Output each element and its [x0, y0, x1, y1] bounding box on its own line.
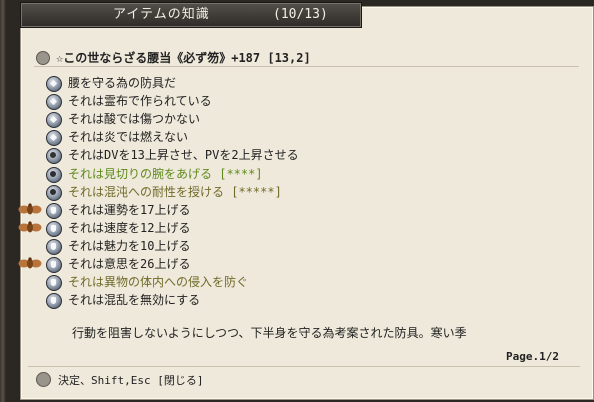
diamond-icon: [46, 76, 62, 92]
swirl-icon: [46, 184, 62, 201]
footer-hint: 決定、Shift,Esc [閉じる]: [58, 374, 204, 387]
window-title: アイテムの知識: [113, 7, 210, 22]
attribute-text: それは霊布で作られている: [68, 94, 212, 109]
bee-marker-icon: [18, 221, 42, 233]
attribute-text: それは酸では傷つかない: [68, 112, 201, 127]
attribute-text: それは意思を26上げる: [68, 257, 191, 271]
hand-icon: [46, 257, 62, 273]
attribute-text: それは魅力を10上げる: [68, 238, 191, 253]
attribute-text: それは運勢を17上げる: [68, 202, 191, 217]
hand-icon: [46, 238, 62, 255]
attribute-text: それは異物の体内への侵入を防ぐ: [68, 275, 249, 290]
window-counter: (10/13): [273, 7, 328, 22]
bee-marker-icon: [18, 203, 42, 215]
page-indicator: Page.1/2: [506, 350, 559, 363]
attribute-text: それは見切りの腕をあげる [****]: [68, 166, 263, 181]
attribute-text: それはDVを13上昇させ、PVを2上昇させる: [68, 148, 299, 163]
hint-icon: [36, 372, 51, 387]
item-description: 行動を阻害しないようにしつつ、下半身を守る為考案された防具。寒い季: [72, 326, 467, 340]
footer-divider: [28, 366, 580, 367]
window-titlebar: アイテムの知識 (10/13): [20, 2, 362, 28]
swirl-icon: [46, 166, 62, 183]
attribute-text: それは混乱を無効にする: [68, 293, 201, 308]
hand-icon: [46, 220, 62, 237]
item-name: ☆この世ならざる腰当《必ず笏》+187 [13,2]: [56, 51, 311, 65]
attribute-text: それは炎では燃えない: [68, 130, 189, 145]
item-header: ☆この世ならざる腰当《必ず笏》+187 [13,2]: [34, 50, 574, 66]
hand-icon: [46, 275, 62, 292]
bee-marker-icon: [18, 257, 42, 269]
attribute-text: 腰を守る為の防具だ: [68, 76, 177, 90]
attribute-text: それは速度を12上げる: [68, 220, 191, 235]
diamond-icon: [46, 94, 62, 111]
attribute-text: それは混沌への耐性を授ける [*****]: [68, 184, 282, 199]
header-divider: [34, 66, 579, 67]
hand-icon: [46, 202, 62, 219]
